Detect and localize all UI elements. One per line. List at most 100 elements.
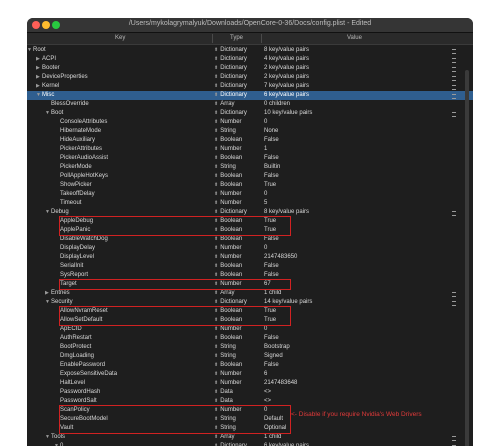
row-value[interactable]: None [264, 127, 278, 136]
row-handle-icon[interactable] [452, 211, 456, 216]
row-type[interactable]: Boolean [220, 362, 242, 368]
type-stepper-icon[interactable]: ⬍ [214, 65, 218, 71]
row-type[interactable]: Array [220, 290, 234, 296]
row-handle-icon[interactable] [452, 76, 456, 81]
row-value[interactable]: 2147483650 [264, 253, 297, 262]
row-type[interactable]: Dictionary [220, 110, 247, 116]
type-stepper-icon[interactable]: ⬍ [214, 362, 218, 368]
row-type[interactable]: Number [220, 119, 241, 125]
row-type[interactable]: Data [220, 398, 233, 404]
plist-row[interactable]: DmgLoading ⬍ String Signed [27, 352, 473, 361]
type-stepper-icon[interactable]: ⬍ [214, 371, 218, 377]
disclosure-open-icon[interactable]: ▼ [36, 91, 41, 100]
key-column-header[interactable]: Key [115, 35, 125, 41]
row-key[interactable]: Entries [51, 289, 70, 298]
row-type[interactable]: String [220, 128, 236, 134]
plist-row[interactable]: ▼ 0 ⬍ Dictionary 6 key/value pairs [27, 442, 473, 446]
row-type[interactable]: Boolean [220, 236, 242, 242]
row-handle-icon[interactable] [452, 436, 456, 441]
type-cell[interactable]: ⬍ Number [214, 379, 242, 388]
row-value[interactable]: 6 [264, 370, 267, 379]
disclosure-closed-icon[interactable]: ▶ [45, 289, 49, 298]
row-key[interactable]: TakeoffDelay [60, 190, 95, 199]
type-stepper-icon[interactable]: ⬍ [214, 137, 218, 143]
type-cell[interactable]: ⬍ Number [214, 244, 242, 253]
row-handle-icon[interactable] [452, 49, 456, 54]
row-type[interactable]: Dictionary [220, 299, 247, 305]
row-key[interactable]: Root [33, 46, 46, 55]
row-key[interactable]: EnablePassword [60, 361, 105, 370]
type-cell[interactable]: ⬍ String [214, 163, 236, 172]
row-value[interactable]: False [264, 262, 279, 271]
type-stepper-icon[interactable]: ⬍ [214, 236, 218, 242]
row-type[interactable]: Boolean [220, 182, 242, 188]
disclosure-open-icon[interactable]: ▼ [45, 433, 50, 442]
type-stepper-icon[interactable]: ⬍ [214, 191, 218, 197]
plist-row[interactable]: ShowPicker ⬍ Boolean True [27, 181, 473, 190]
row-handle-icon[interactable] [452, 292, 456, 297]
type-cell[interactable]: ⬍ Number [214, 145, 242, 154]
row-value[interactable]: False [264, 154, 279, 163]
type-stepper-icon[interactable]: ⬍ [214, 254, 218, 260]
type-cell[interactable]: ⬍ String [214, 127, 236, 136]
plist-row[interactable]: ConsoleAttributes ⬍ Number 0 [27, 118, 473, 127]
row-value[interactable]: Bootstrap [264, 343, 290, 352]
type-cell[interactable]: ⬍ Dictionary [214, 64, 247, 73]
type-stepper-icon[interactable]: ⬍ [214, 155, 218, 161]
row-value[interactable]: 2147483648 [264, 379, 297, 388]
plist-row[interactable]: PickerMode ⬍ String Builtin [27, 163, 473, 172]
row-type[interactable]: Array [220, 434, 234, 440]
plist-row[interactable]: ▶ Booter ⬍ Dictionary 2 key/value pairs [27, 64, 473, 73]
type-stepper-icon[interactable]: ⬍ [214, 47, 218, 53]
disclosure-closed-icon[interactable]: ▶ [36, 64, 40, 73]
row-key[interactable]: Booter [42, 64, 60, 73]
row-key[interactable]: PollAppleHotKeys [60, 172, 108, 181]
type-stepper-icon[interactable]: ⬍ [214, 56, 218, 62]
row-type[interactable]: Dictionary [220, 209, 247, 215]
row-type[interactable]: Dictionary [220, 47, 247, 53]
plist-row[interactable]: HaltLevel ⬍ Number 2147483648 [27, 379, 473, 388]
type-cell[interactable]: ⬍ Boolean [214, 262, 242, 271]
row-key[interactable]: ExposeSensitiveData [60, 370, 117, 379]
row-key[interactable]: PickerAudioAssist [60, 154, 108, 163]
row-key[interactable]: BootProtect [60, 343, 91, 352]
type-cell[interactable]: ⬍ Dictionary [214, 109, 247, 118]
row-type[interactable]: Number [220, 191, 241, 197]
row-value[interactable]: <> [264, 388, 271, 397]
plist-row[interactable]: ▶ DeviceProperties ⬍ Dictionary 2 key/value … [27, 73, 473, 82]
row-key[interactable]: Boot [51, 109, 63, 118]
plist-row[interactable]: BootProtect ⬍ String Bootstrap [27, 343, 473, 352]
row-value[interactable]: 5 [264, 199, 267, 208]
row-key[interactable]: DmgLoading [60, 352, 94, 361]
row-type[interactable]: Number [220, 326, 241, 332]
row-type[interactable]: Dictionary [220, 56, 247, 62]
type-stepper-icon[interactable]: ⬍ [214, 146, 218, 152]
plist-row[interactable]: DisplayLevel ⬍ Number 2147483650 [27, 253, 473, 262]
row-handle-icon[interactable] [452, 67, 456, 72]
type-cell[interactable]: ⬍ Dictionary [214, 82, 247, 91]
type-cell[interactable]: ⬍ Number [214, 199, 242, 208]
plist-row[interactable]: ▼ Misc ⬍ Dictionary 6 key/value pairs [27, 91, 473, 100]
row-type[interactable]: Boolean [220, 263, 242, 269]
row-key[interactable]: Tools [51, 433, 65, 442]
type-stepper-icon[interactable]: ⬍ [214, 326, 218, 332]
type-stepper-icon[interactable]: ⬍ [214, 344, 218, 350]
row-handle-icon[interactable] [452, 301, 456, 306]
type-stepper-icon[interactable]: ⬍ [214, 398, 218, 404]
row-value[interactable]: 1 child [264, 433, 281, 442]
row-key[interactable]: 0 [60, 442, 63, 446]
row-type[interactable]: String [220, 164, 236, 170]
row-value[interactable]: False [264, 235, 279, 244]
row-value[interactable]: 1 child [264, 289, 281, 298]
row-type[interactable]: Boolean [220, 155, 242, 161]
row-key[interactable]: ACPI [42, 55, 56, 64]
row-value[interactable]: True [264, 181, 276, 190]
row-key[interactable]: AuthRestart [60, 334, 92, 343]
column-divider[interactable] [212, 34, 213, 43]
disclosure-open-icon[interactable]: ▼ [45, 109, 50, 118]
row-key[interactable]: DisplayDelay [60, 244, 95, 253]
type-cell[interactable]: ⬍ Data [214, 388, 233, 397]
type-cell[interactable]: ⬍ Boolean [214, 154, 242, 163]
type-cell[interactable]: ⬍ Boolean [214, 181, 242, 190]
row-value[interactable]: 2 key/value pairs [264, 64, 309, 73]
